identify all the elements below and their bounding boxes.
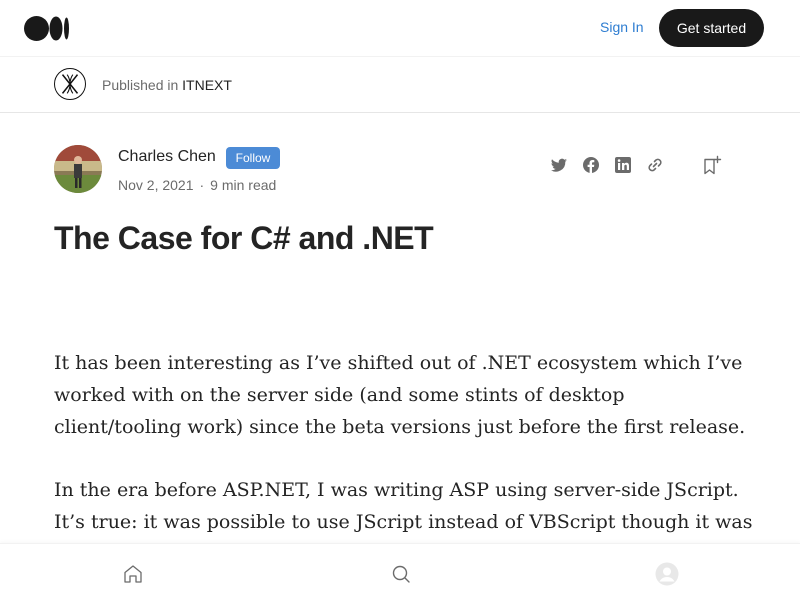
sign-in-link[interactable]: Sign In (600, 19, 644, 35)
article-title: The Case for C# and .NET (54, 220, 434, 256)
facebook-icon[interactable] (581, 155, 601, 175)
read-time: 9 min read (210, 177, 277, 193)
follow-button[interactable]: Follow (226, 147, 280, 169)
home-icon[interactable] (121, 562, 145, 586)
publication-name-link[interactable]: ITNEXT (182, 77, 232, 93)
article-meta: Nov 2, 2021 · 9 min read (118, 177, 276, 193)
search-icon[interactable] (389, 562, 413, 586)
author-avatar[interactable] (54, 145, 102, 193)
itnext-logo-icon[interactable] (54, 68, 86, 100)
meta-separator: · (199, 177, 205, 193)
profile-icon[interactable] (655, 562, 679, 586)
publish-date: Nov 2, 2021 (118, 177, 194, 193)
bottom-navbar (0, 543, 800, 600)
article-paragraph: It has been interesting as I’ve shifted … (54, 352, 746, 438)
publication-label: Published in ITNEXT (102, 77, 232, 93)
publication-bar: Published in ITNEXT (0, 57, 800, 113)
link-icon[interactable] (645, 155, 665, 175)
top-navbar: Sign In Get started (0, 0, 800, 57)
author-name-link[interactable]: Charles Chen (118, 148, 216, 166)
published-in-text: Published in (102, 77, 179, 93)
linkedin-icon[interactable] (613, 155, 633, 175)
medium-logo-icon[interactable] (24, 16, 70, 41)
get-started-button[interactable]: Get started (659, 9, 764, 47)
twitter-icon[interactable] (549, 155, 569, 175)
bookmark-add-icon[interactable] (702, 155, 722, 177)
